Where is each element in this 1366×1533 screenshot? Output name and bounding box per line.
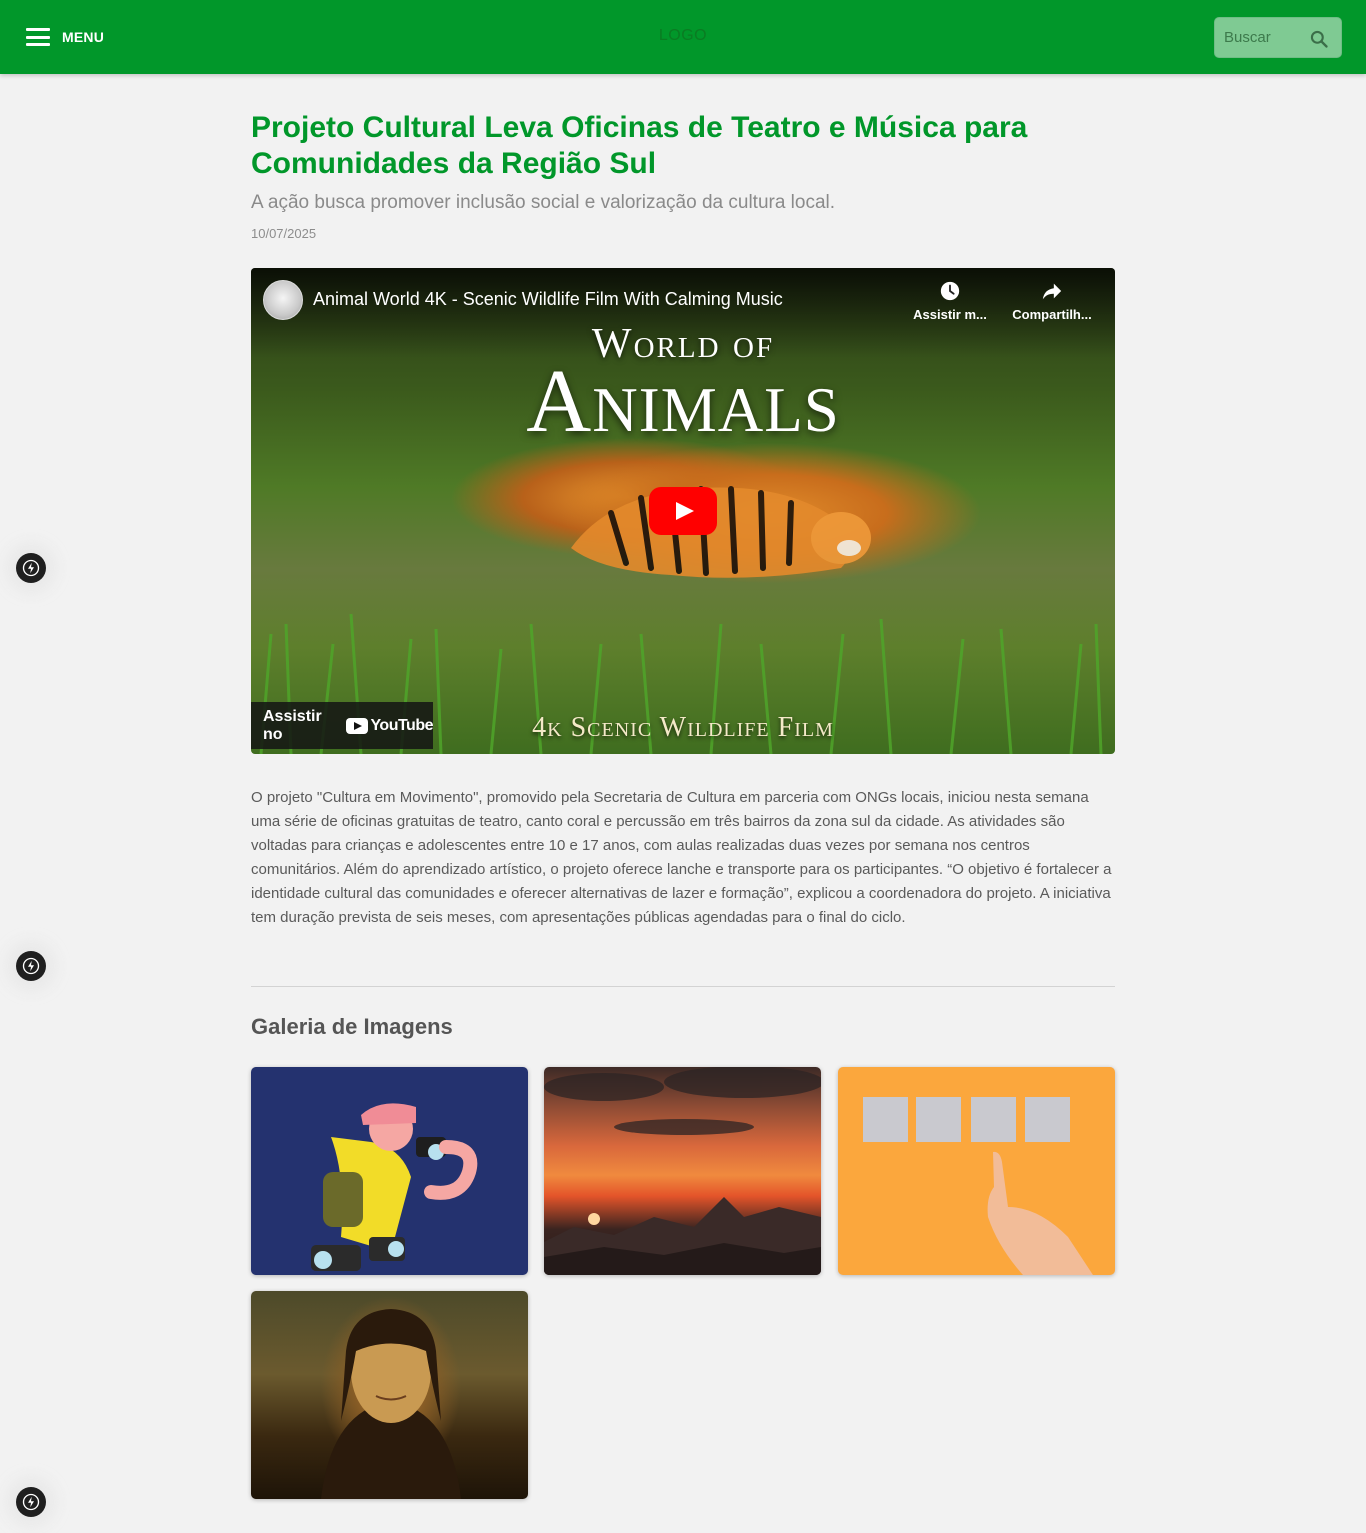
sunset-illustration xyxy=(544,1067,821,1275)
search-input[interactable] xyxy=(1215,18,1307,57)
lightning-icon xyxy=(22,957,40,975)
article-subtitle: A ação busca promover inclusão social e … xyxy=(251,192,836,213)
thumbnail-title-line2: Animals xyxy=(526,352,840,451)
video-title[interactable]: Animal World 4K - Scenic Wildlife Film W… xyxy=(313,289,783,310)
article-title: Projeto Cultural Leva Oficinas de Teatro… xyxy=(251,111,1028,180)
quick-action-button-2[interactable] xyxy=(16,951,46,981)
divider xyxy=(251,986,1115,987)
top-header: MENU LOGO xyxy=(0,0,1366,74)
gallery-title: Galeria de Imagens xyxy=(251,1014,453,1039)
gallery-image-mona-lisa[interactable] xyxy=(251,1291,528,1499)
watch-on-label: Assistir no xyxy=(263,707,322,743)
gallery-image-cartoon-photographer[interactable] xyxy=(251,1067,528,1275)
watch-later-button[interactable]: Assistir m... xyxy=(905,280,995,322)
quick-action-button-1[interactable] xyxy=(16,553,46,583)
clock-icon xyxy=(940,281,960,301)
channel-avatar[interactable] xyxy=(263,280,303,320)
sticky-notes-illustration xyxy=(863,1097,1093,1275)
gallery-image-hand-pointing-sticky-notes[interactable] xyxy=(838,1067,1115,1275)
cartoon-photographer-illustration xyxy=(311,1103,478,1271)
article-date: 10/07/2025 xyxy=(251,226,317,241)
share-button[interactable]: Compartilh... xyxy=(1007,280,1097,322)
logo[interactable]: LOGO xyxy=(0,27,1366,45)
search-box xyxy=(1214,17,1342,58)
youtube-play-icon xyxy=(346,717,369,734)
mona-lisa-illustration xyxy=(321,1309,461,1499)
quick-action-button-3[interactable] xyxy=(16,1487,46,1517)
lightning-icon xyxy=(22,559,40,577)
share-arrow-icon xyxy=(1042,283,1062,300)
youtube-wordmark: YouTube xyxy=(370,716,433,734)
video-embed[interactable]: Animal World 4K - Scenic Wildlife Film W… xyxy=(251,268,1115,754)
article-body: O projeto "Cultura em Movimento", promov… xyxy=(251,789,1112,926)
gallery-image-sunset-mountains[interactable] xyxy=(544,1067,821,1275)
watch-on-youtube-button[interactable]: Assistir no YouTube xyxy=(251,702,433,749)
lightning-icon xyxy=(22,1493,40,1511)
search-icon[interactable] xyxy=(1309,29,1329,49)
youtube-logo: YouTube xyxy=(346,717,433,735)
play-button[interactable] xyxy=(649,487,717,535)
